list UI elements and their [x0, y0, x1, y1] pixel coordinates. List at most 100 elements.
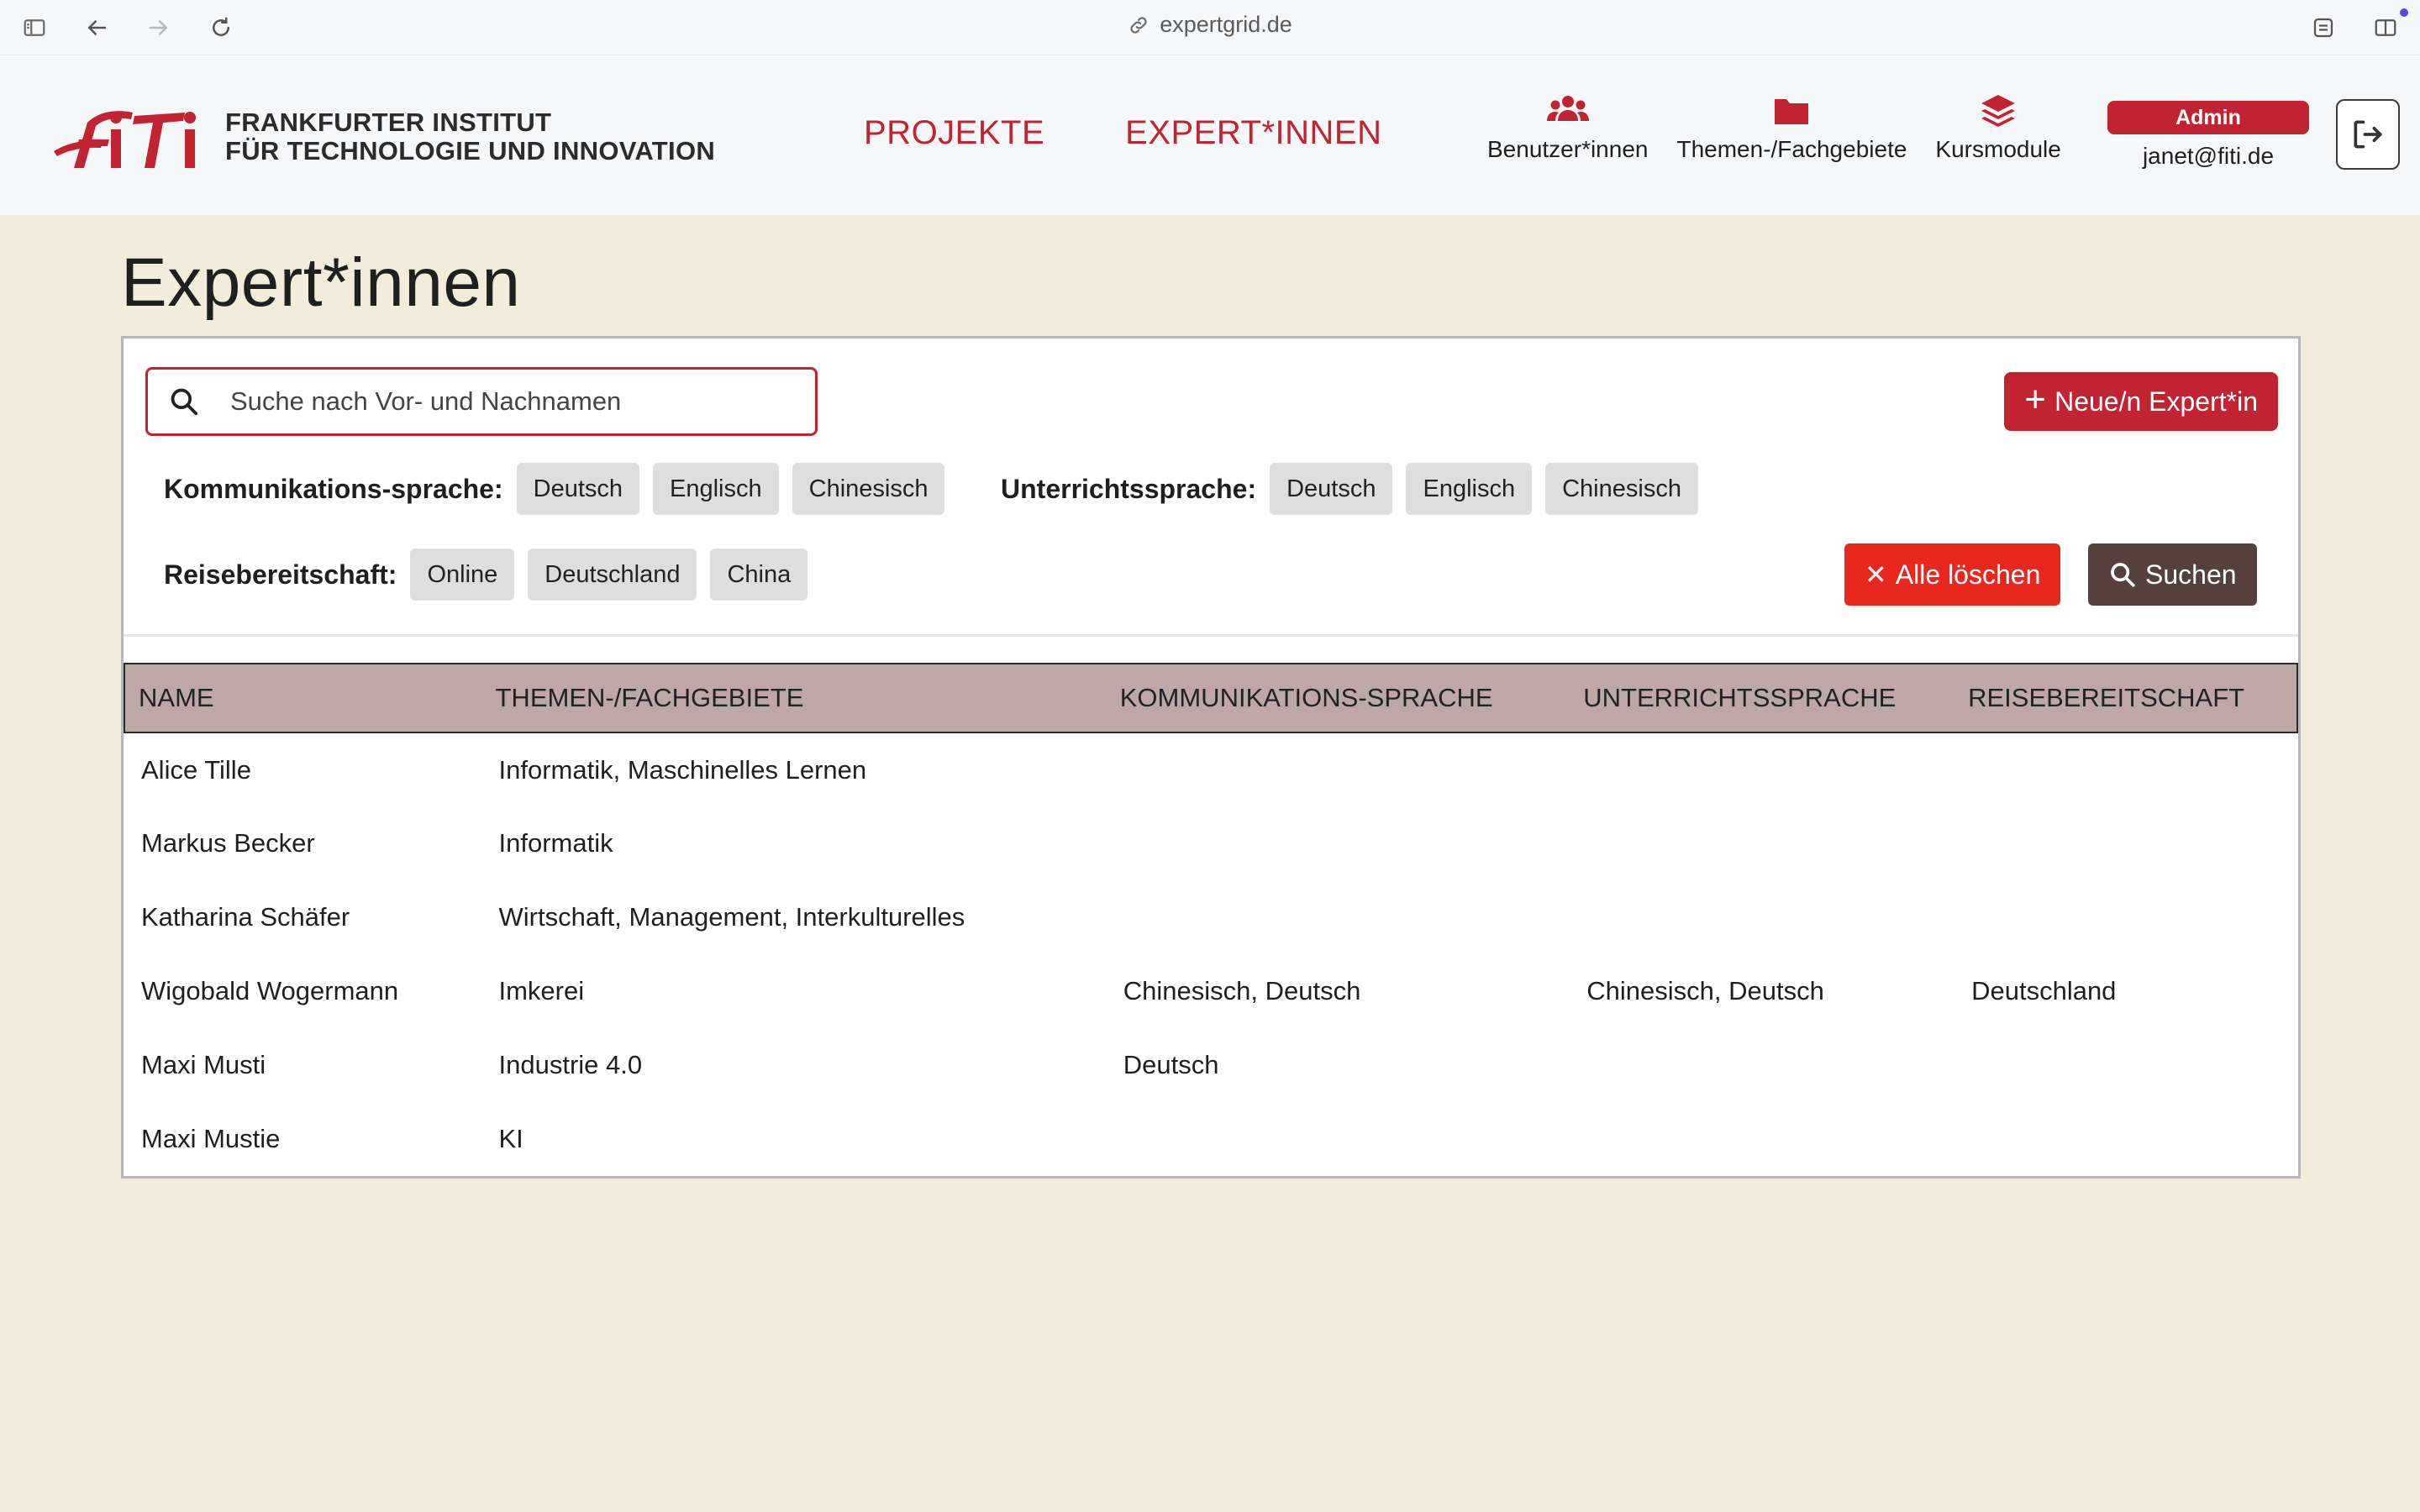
cell-communication: Chinesisch, Deutsch	[1123, 976, 1361, 1005]
logo-line-2: FÜR TECHNOLOGIE UND INNOVATION	[225, 136, 716, 165]
admin-nav-users[interactable]: Benutzer*innen	[1487, 92, 1648, 163]
admin-nav: Benutzer*innen Themen-/Fachgebiete Kursm…	[1487, 92, 2061, 163]
plus-icon: +	[2024, 379, 2047, 420]
teaching-filter-label: Unterrichtssprache:	[1001, 473, 1257, 504]
split-view-icon[interactable]	[2371, 13, 2400, 42]
chip-teaching-englisch[interactable]: Englisch	[1406, 463, 1533, 515]
travel-filter: Reisebereitschaft: Online Deutschland Ch…	[164, 549, 821, 601]
cell-topics: Informatik, Maschinelles Lernen	[498, 754, 867, 785]
cell-name: Markus Becker	[141, 828, 315, 858]
cell-teaching: Chinesisch, Deutsch	[1586, 976, 1824, 1005]
teaching-filter: Unterrichtssprache: Deutsch Englisch Chi…	[1001, 463, 1712, 515]
chip-travel-china[interactable]: China	[710, 549, 808, 601]
chip-communication-deutsch[interactable]: Deutsch	[516, 463, 640, 515]
logout-button[interactable]	[2336, 99, 2400, 170]
column-header-name[interactable]: NAME	[124, 663, 482, 733]
nav-experts[interactable]: EXPERT*INNEN	[1125, 114, 1381, 152]
cell-name: Katharina Schäfer	[141, 902, 350, 932]
chip-travel-deutschland[interactable]: Deutschland	[528, 549, 697, 601]
table-row[interactable]: Wigobald Wogermann Imkerei Chinesisch, D…	[124, 954, 2297, 1028]
logo-text: FRANKFURTER INSTITUT FÜR TECHNOLOGIE UND…	[225, 108, 715, 165]
clear-all-label: Alle löschen	[1895, 559, 2041, 590]
cell-topics: Industrie 4.0	[498, 1050, 643, 1079]
cell-topics: KI	[498, 1124, 523, 1153]
table-row[interactable]: Maxi Mustie KI	[124, 1102, 2297, 1176]
column-header-travel[interactable]: REISEBEREITSCHAFT	[1954, 663, 2298, 733]
cell-travel	[1954, 806, 2297, 880]
cell-communication	[1107, 1102, 1570, 1176]
table-header-row: NAME THEMEN-/FACHGEBIETE KOMMUNIKATIONS-…	[124, 663, 2298, 733]
cell-travel	[1954, 732, 2297, 806]
chip-communication-chinesisch[interactable]: Chinesisch	[792, 463, 945, 515]
chip-communication-englisch[interactable]: Englisch	[653, 463, 779, 515]
fiti-logo-mark	[50, 99, 210, 175]
cell-communication: Deutsch	[1123, 1050, 1219, 1079]
address-bar[interactable]: expertgrid.de	[0, 12, 2420, 38]
cell-teaching	[1570, 1102, 1954, 1176]
role-badge: Admin	[2107, 101, 2309, 134]
clear-all-button[interactable]: ✕ Alle löschen	[1844, 543, 2061, 606]
search-icon	[171, 388, 198, 416]
cell-teaching	[1570, 732, 1954, 806]
admin-nav-topics[interactable]: Themen-/Fachgebiete	[1676, 92, 1907, 163]
cell-topics: Wirtschaft, Management, Interkulturelles	[498, 902, 965, 932]
chip-teaching-deutsch[interactable]: Deutsch	[1270, 463, 1393, 515]
cell-name: Maxi Musti	[141, 1050, 266, 1079]
cell-topics: Informatik	[498, 828, 613, 858]
communication-filter: Kommunikations-sprache: Deutsch Englisch…	[164, 463, 958, 515]
browser-toolbar: expertgrid.de	[0, 0, 2420, 55]
cell-teaching	[1570, 806, 1954, 880]
divider	[124, 634, 2298, 637]
table-row[interactable]: Maxi Musti Industrie 4.0 Deutsch	[124, 1028, 2297, 1102]
travel-filter-label: Reisebereitschaft:	[164, 559, 397, 590]
experts-table: NAME THEMEN-/FACHGEBIETE KOMMUNIKATIONS-…	[124, 663, 2298, 1176]
cell-teaching	[1570, 1028, 1954, 1102]
experts-card: + Neue/n Expert*in Kommunikations-sprach…	[121, 336, 2301, 1179]
nav-projects[interactable]: PROJEKTE	[864, 114, 1044, 152]
main-nav: PROJEKTE EXPERT*INNEN	[864, 114, 1382, 152]
search-input[interactable]	[230, 386, 768, 417]
admin-nav-users-label: Benutzer*innen	[1487, 136, 1649, 162]
url-text: expertgrid.de	[1160, 12, 1292, 37]
cell-communication	[1107, 880, 1570, 954]
logout-icon	[2354, 120, 2382, 149]
cell-travel: Deutschland	[1971, 976, 2117, 1005]
chip-travel-online[interactable]: Online	[410, 549, 515, 601]
notification-dot	[2400, 8, 2408, 17]
table-row[interactable]: Alice Tille Informatik, Maschinelles Ler…	[124, 732, 2297, 806]
search-button[interactable]: Suchen	[2088, 543, 2257, 606]
search-icon	[2111, 563, 2135, 587]
communication-filter-label: Kommunikations-sprache:	[164, 473, 503, 504]
cell-travel	[1954, 880, 2297, 954]
column-header-teaching[interactable]: UNTERRICHTSSPRACHE	[1570, 663, 1955, 733]
new-expert-button[interactable]: + Neue/n Expert*in	[2004, 372, 2278, 431]
search-field[interactable]	[145, 367, 818, 436]
new-expert-label: Neue/n Expert*in	[2054, 386, 2258, 417]
cell-name: Wigobald Wogermann	[141, 976, 399, 1005]
reader-icon[interactable]	[2309, 13, 2338, 42]
search-button-label: Suchen	[2145, 559, 2237, 590]
admin-nav-courses[interactable]: Kursmodule	[1935, 92, 2061, 163]
link-icon	[1130, 16, 1147, 34]
chip-teaching-chinesisch[interactable]: Chinesisch	[1545, 463, 1698, 515]
cell-travel	[1954, 1028, 2297, 1102]
cell-name: Maxi Mustie	[141, 1124, 281, 1153]
site-header: FRANKFURTER INSTITUT FÜR TECHNOLOGIE UND…	[0, 55, 2420, 215]
users-icon	[1546, 96, 1589, 121]
column-header-topics[interactable]: THEMEN-/FACHGEBIETE	[481, 663, 1107, 733]
cell-communication	[1107, 732, 1570, 806]
logo[interactable]: FRANKFURTER INSTITUT FÜR TECHNOLOGIE UND…	[50, 99, 715, 175]
table-row[interactable]: Markus Becker Informatik	[124, 806, 2297, 880]
page-title: Expert*innen	[121, 244, 521, 321]
close-icon: ✕	[1865, 559, 1887, 590]
admin-nav-topics-label: Themen-/Fachgebiete	[1676, 136, 1907, 162]
logo-line-1: FRANKFURTER INSTITUT	[225, 108, 552, 137]
folder-icon	[1775, 99, 1809, 124]
user-email: janet@fiti.de	[2142, 143, 2275, 169]
admin-nav-courses-label: Kursmodule	[1935, 136, 2061, 162]
column-header-communication[interactable]: KOMMUNIKATIONS-SPRACHE	[1106, 663, 1570, 733]
cell-topics: Imkerei	[498, 976, 585, 1005]
user-block: Admin janet@fiti.de	[2107, 101, 2309, 170]
table-row[interactable]: Katharina Schäfer Wirtschaft, Management…	[124, 880, 2297, 954]
cell-name: Alice Tille	[141, 754, 251, 785]
